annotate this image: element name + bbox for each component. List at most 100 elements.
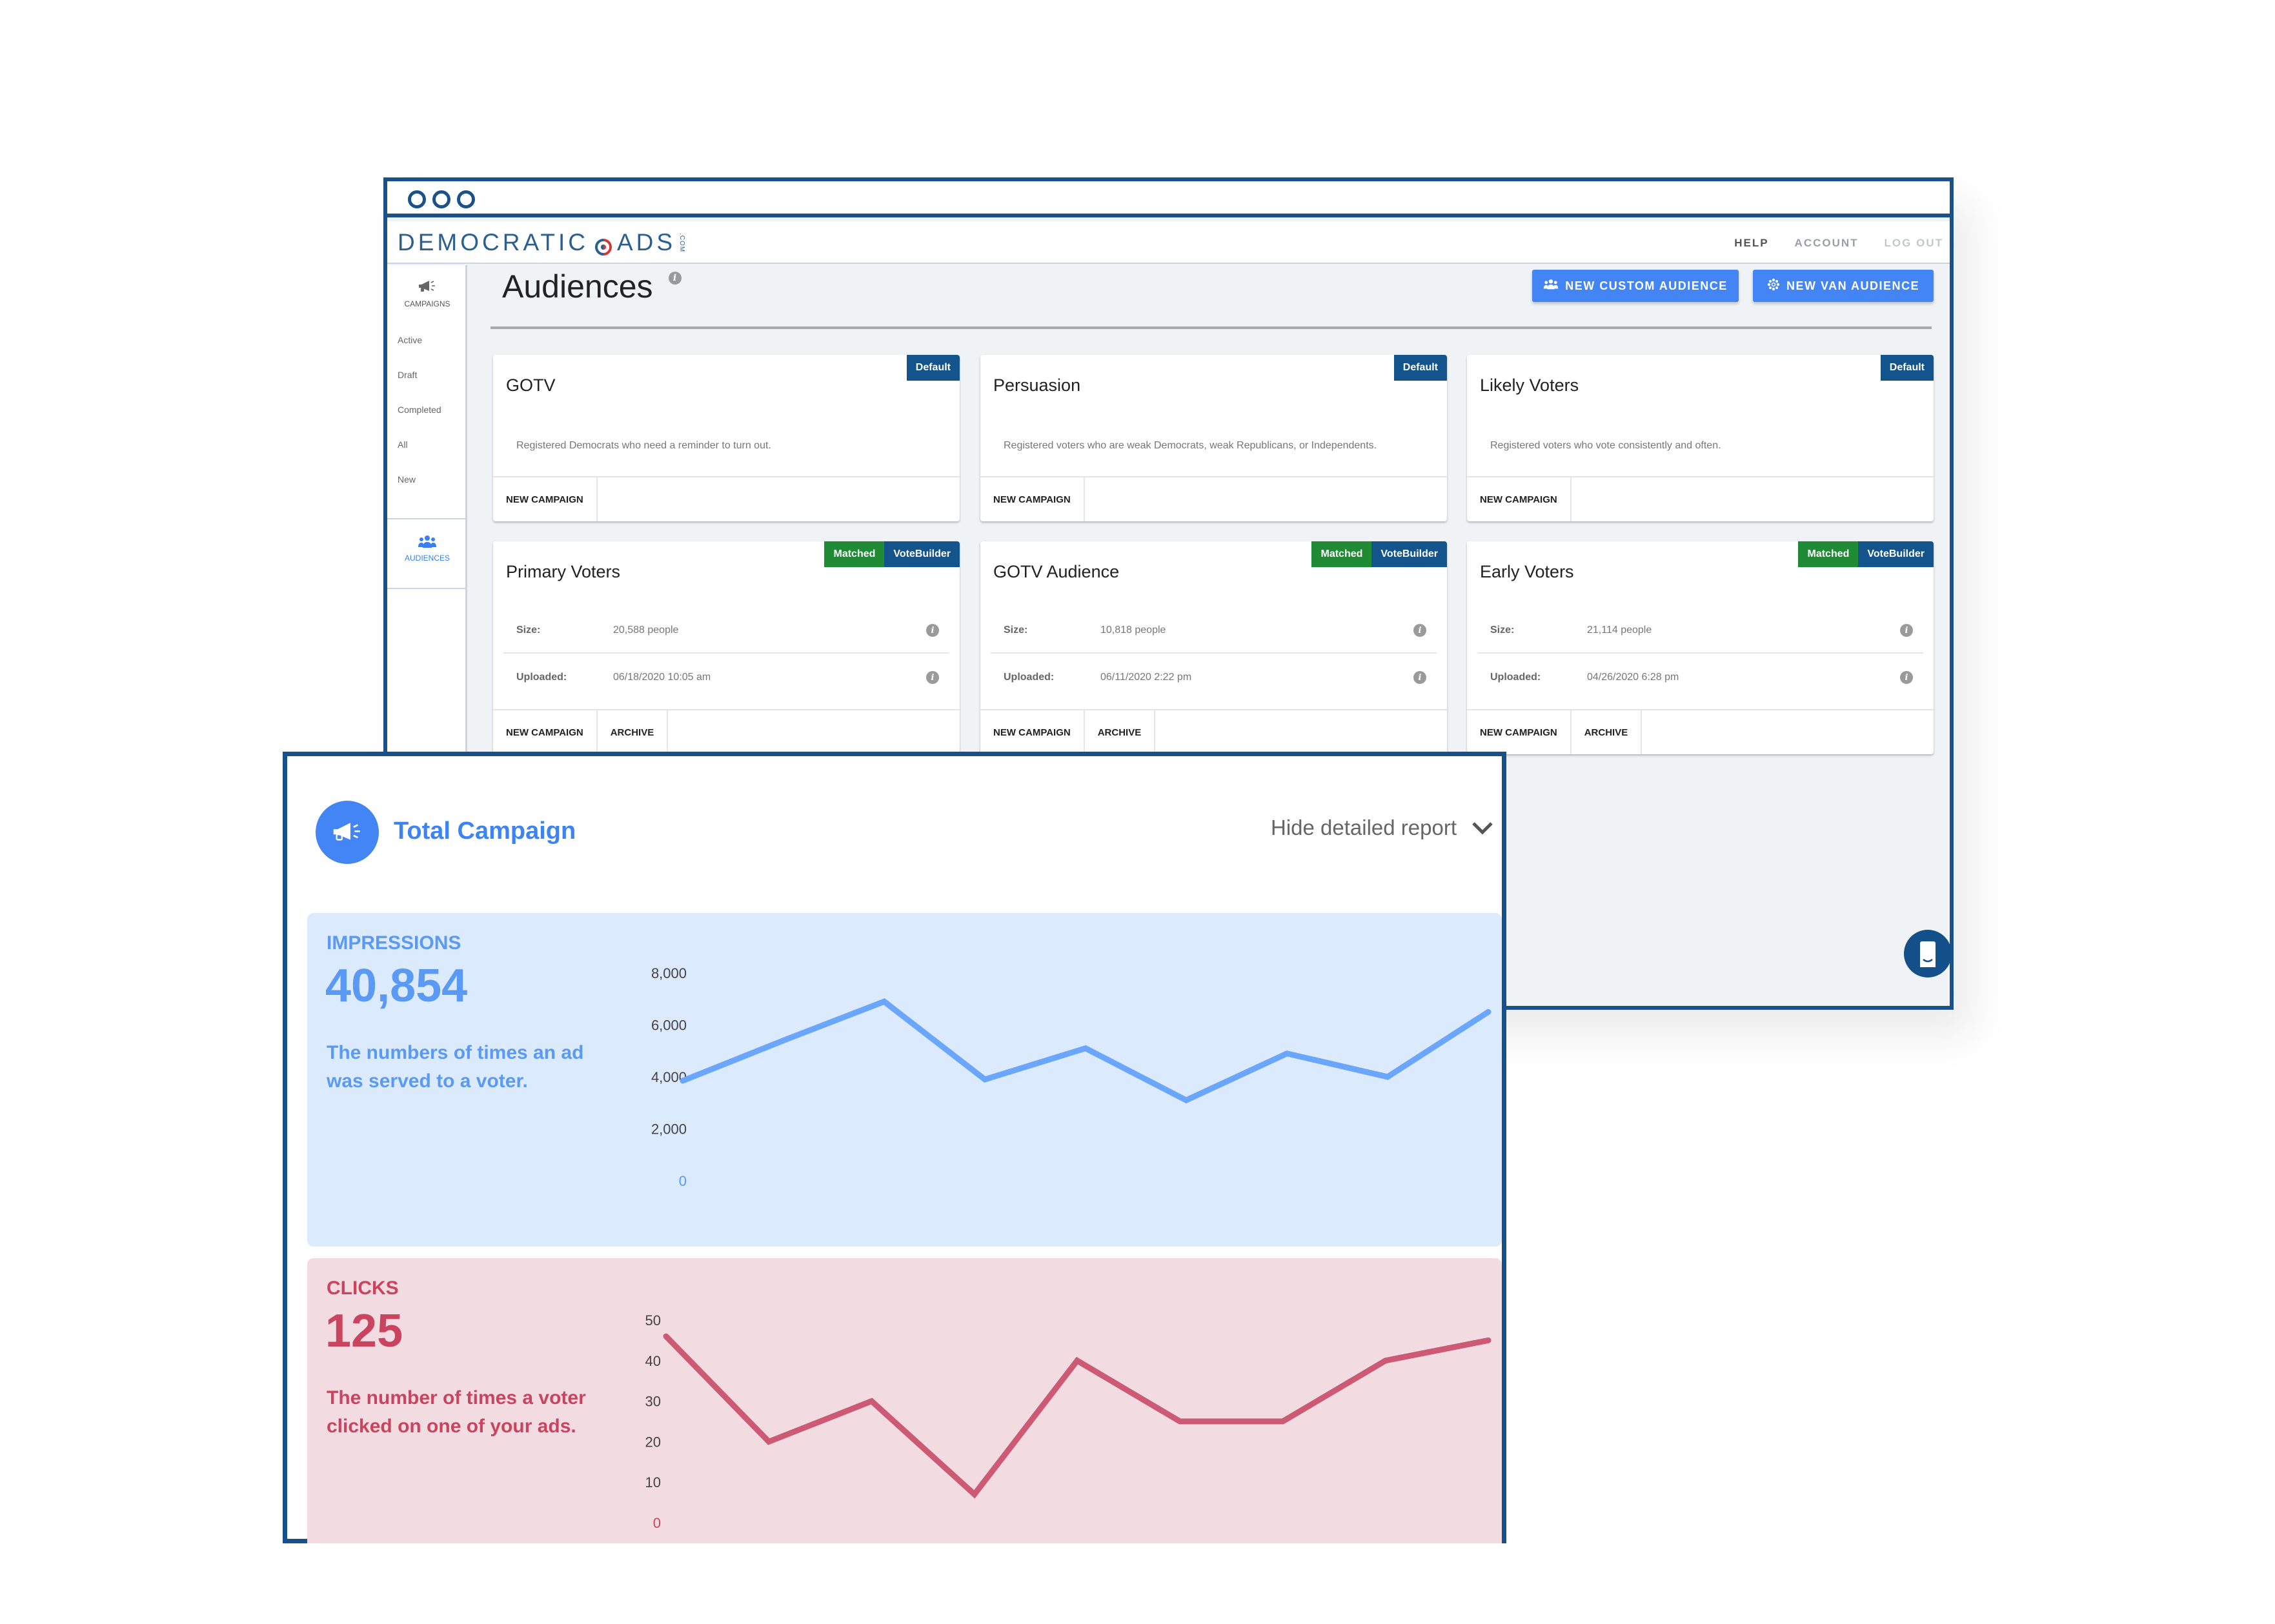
info-icon[interactable]: i	[926, 624, 939, 637]
y-tick-label: 8,000	[651, 965, 687, 981]
window-titlebar	[387, 181, 1950, 217]
y-tick-label: 10	[645, 1474, 661, 1490]
votebuilder-badge: VoteBuilder	[884, 541, 960, 567]
new-custom-audience-label: NEW CUSTOM AUDIENCE	[1565, 279, 1728, 292]
info-icon[interactable]: i	[1900, 671, 1913, 684]
archive-button[interactable]: ARCHIVE	[1085, 710, 1156, 754]
series-line-impressions	[680, 998, 1491, 1104]
card-badges: Matched VoteBuilder	[1311, 541, 1447, 567]
impressions-section: IMPRESSIONS 40,854 The numbers of times …	[307, 913, 1502, 1247]
new-campaign-button[interactable]: NEW CAMPAIGN	[493, 477, 598, 521]
nav-logout-link[interactable]: LOG OUT	[1885, 237, 1943, 250]
card-title: Likely Voters	[1480, 376, 1579, 395]
y-tick-label: 20	[645, 1434, 661, 1450]
sidebar-item-draft[interactable]: Draft	[398, 370, 417, 380]
info-icon[interactable]: i	[926, 671, 939, 684]
total-campaign-report: Total Campaign Hide detailed report IMPR…	[283, 752, 1506, 1543]
window-minimize-dot[interactable]	[432, 190, 450, 208]
sidebar-campaigns[interactable]: CAMPAIGNS	[387, 279, 467, 308]
brand-name-ads: ADS	[616, 229, 676, 256]
new-custom-audience-button[interactable]: NEW CUSTOM AUDIENCE	[1532, 270, 1739, 302]
new-campaign-button[interactable]: NEW CAMPAIGN	[493, 710, 598, 754]
window-maximize-dot[interactable]	[457, 190, 475, 208]
sidebar-divider	[387, 588, 467, 589]
uploaded-label: Uploaded:	[1490, 672, 1541, 683]
card-uploaded-row: Uploaded: 06/18/2020 10:05 am i	[503, 655, 949, 700]
card-size-row: Size: 20,588 people i	[503, 608, 949, 654]
info-icon[interactable]: i	[1900, 624, 1913, 637]
votebuilder-badge: VoteBuilder	[1371, 541, 1447, 567]
megaphone-icon	[316, 801, 379, 864]
hide-report-toggle[interactable]: Hide detailed report	[1271, 816, 1494, 840]
card-footer: NEW CAMPAIGN	[980, 476, 1447, 521]
uploaded-value: 06/11/2020 2:22 pm	[1100, 672, 1192, 683]
card-footer: NEW CAMPAIGN ARCHIVE	[493, 709, 960, 754]
card-title: GOTV Audience	[993, 562, 1120, 581]
matched-badge: Matched	[824, 541, 885, 567]
app-header: DEMOCRATIC ADS .COM HELP ACCOUNT LOG OUT	[387, 221, 1950, 264]
page-title-text: Audiences	[502, 268, 653, 305]
users-icon	[1543, 279, 1559, 294]
archive-button[interactable]: ARCHIVE	[598, 710, 669, 754]
new-campaign-button[interactable]: NEW CAMPAIGN	[980, 710, 1085, 754]
audience-card: Default Persuasion Registered voters who…	[980, 355, 1447, 521]
brand-name: DEMOCRATIC	[398, 229, 589, 256]
card-description: Registered Democrats who need a reminder…	[516, 440, 771, 451]
y-tick-label: 2,000	[651, 1121, 687, 1138]
sidebar-item-completed[interactable]: Completed	[398, 405, 441, 415]
y-tick-label: 50	[645, 1312, 661, 1328]
y-tick-label: 0	[679, 1173, 687, 1189]
card-footer: NEW CAMPAIGN ARCHIVE	[1467, 709, 1934, 754]
sidebar-item-all[interactable]: All	[398, 439, 408, 450]
card-title: Early Voters	[1480, 562, 1574, 581]
audience-card: Matched VoteBuilder Early Voters Size: 2…	[1467, 541, 1934, 754]
chat-bubble-inner	[1920, 941, 1936, 967]
archive-button[interactable]: ARCHIVE	[1572, 710, 1643, 754]
sidebar-item-active[interactable]: Active	[398, 335, 422, 345]
new-van-audience-label: NEW VAN AUDIENCE	[1786, 279, 1919, 292]
info-icon[interactable]: i	[668, 272, 682, 285]
new-campaign-button[interactable]: NEW CAMPAIGN	[1467, 477, 1572, 521]
info-icon[interactable]: i	[1413, 671, 1426, 684]
card-title: Primary Voters	[506, 562, 621, 581]
card-size-row: Size: 21,114 people i	[1477, 608, 1923, 654]
new-campaign-button[interactable]: NEW CAMPAIGN	[1467, 710, 1572, 754]
votebuilder-badge: VoteBuilder	[1858, 541, 1934, 567]
y-tick-label: 30	[645, 1394, 661, 1410]
matched-badge: Matched	[1311, 541, 1372, 567]
info-icon[interactable]: i	[1413, 624, 1426, 637]
uploaded-label: Uploaded:	[1004, 672, 1055, 683]
card-badges: Default	[1880, 355, 1934, 381]
card-title: Persuasion	[993, 376, 1081, 395]
sidebar-item-new[interactable]: New	[398, 474, 416, 485]
chat-bubble-icon[interactable]	[1904, 930, 1952, 977]
window-close-dot[interactable]	[408, 190, 426, 208]
size-label: Size:	[516, 625, 541, 636]
nav-account-link[interactable]: ACCOUNT	[1795, 237, 1859, 250]
card-size-row: Size: 10,818 people i	[991, 608, 1437, 654]
sidebar-audiences[interactable]: AUDIENCES	[387, 535, 467, 563]
sidebar-divider	[387, 518, 467, 519]
uploaded-label: Uploaded:	[516, 672, 567, 683]
card-badges: Matched VoteBuilder	[824, 541, 960, 567]
audience-card: Matched VoteBuilder GOTV Audience Size: …	[980, 541, 1447, 754]
new-van-audience-button[interactable]: NEW VAN AUDIENCE	[1753, 270, 1934, 302]
users-icon	[418, 536, 437, 552]
matched-badge: Matched	[1798, 541, 1859, 567]
megaphone-icon	[418, 281, 437, 296]
new-campaign-button[interactable]: NEW CAMPAIGN	[980, 477, 1085, 521]
size-value: 10,818 people	[1100, 625, 1166, 636]
hide-report-label: Hide detailed report	[1270, 816, 1457, 839]
nav-help-link[interactable]: HELP	[1734, 237, 1768, 250]
brand-logo[interactable]: DEMOCRATIC ADS .COM	[398, 229, 685, 256]
size-label: Size:	[1004, 625, 1028, 636]
top-nav: HELP ACCOUNT LOG OUT	[1734, 237, 1943, 250]
clicks-section: CLICKS 125 The number of times a voter c…	[307, 1258, 1502, 1543]
y-tick-label: 6,000	[651, 1018, 687, 1034]
card-footer: NEW CAMPAIGN	[1467, 476, 1934, 521]
card-badges: Default	[1393, 355, 1447, 381]
audience-card: Default GOTV Registered Democrats who ne…	[493, 355, 960, 521]
card-badges: Matched VoteBuilder	[1798, 541, 1934, 567]
report-title: Total Campaign	[394, 817, 576, 845]
uploaded-value: 06/18/2020 10:05 am	[613, 672, 711, 683]
